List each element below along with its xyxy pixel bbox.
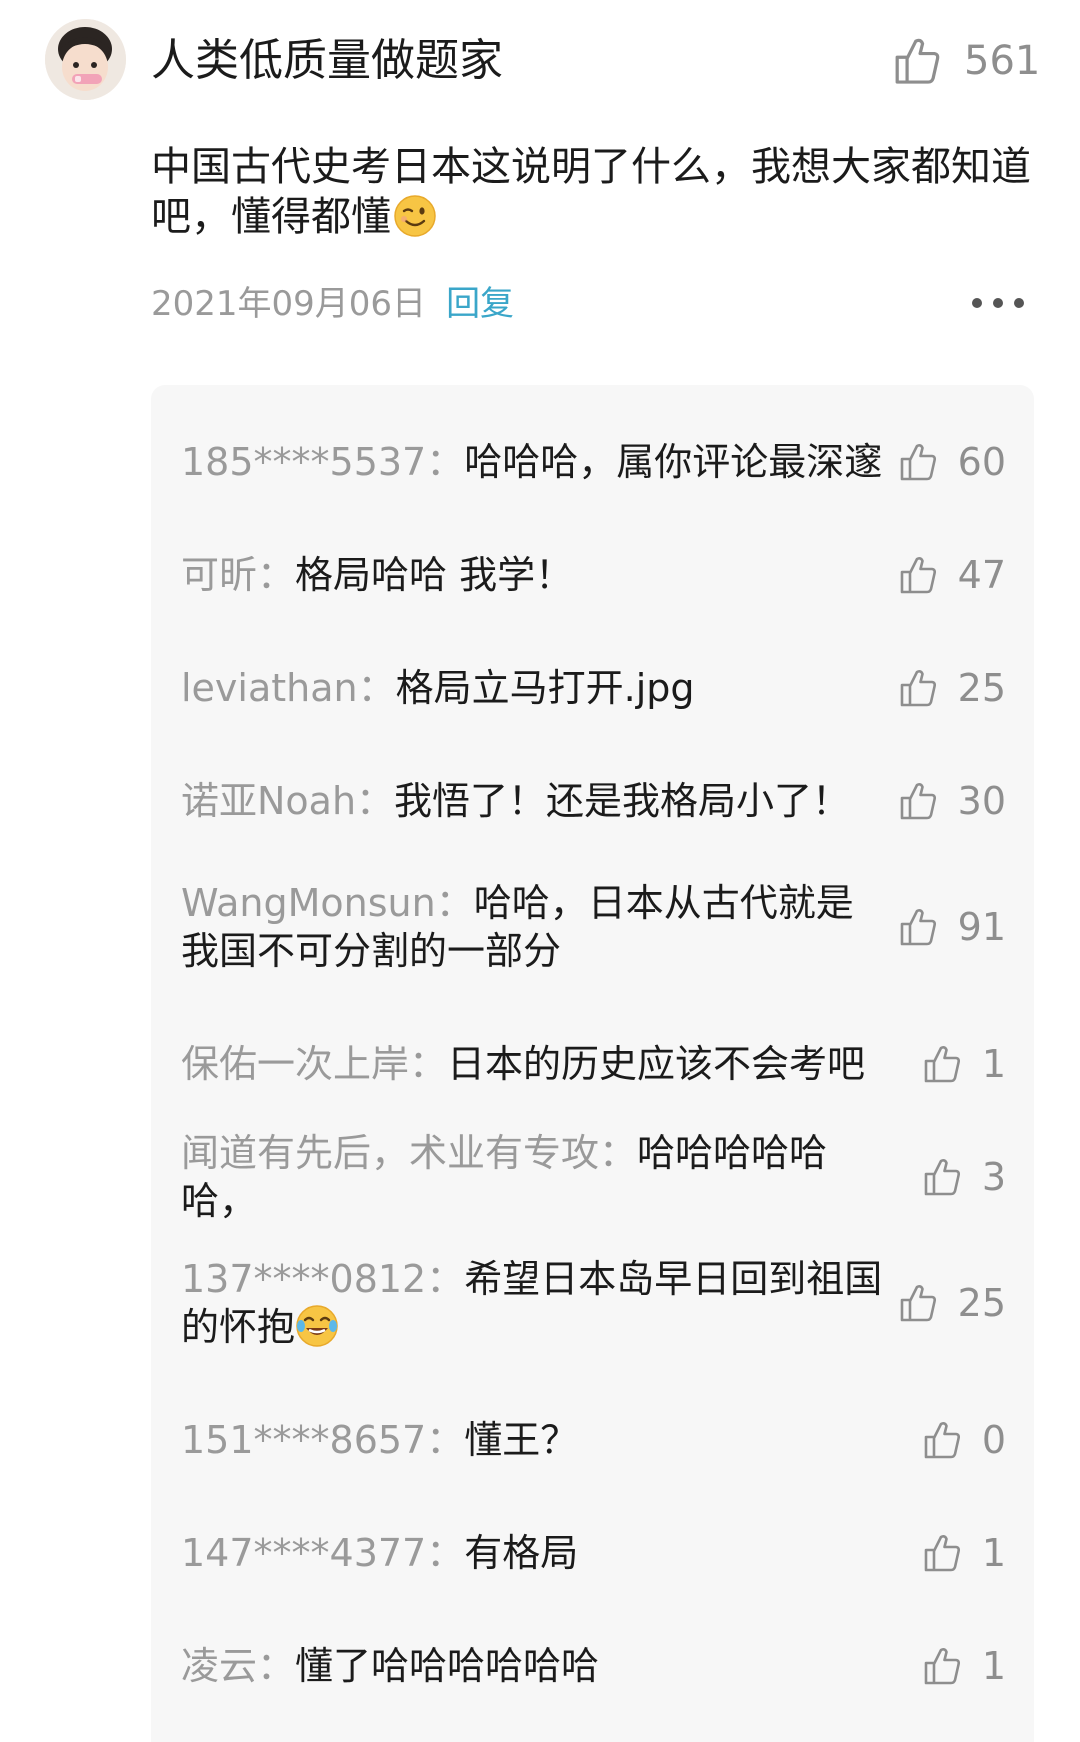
reply-like-count: 47 — [957, 553, 1006, 597]
reply-like-count: 30 — [957, 779, 1006, 823]
user-avatar[interactable] — [45, 19, 126, 100]
reply-text: 哈哈哈，属你评论最深邃 — [464, 440, 883, 484]
reply-item[interactable]: 185****5537：哈哈哈，属你评论最深邃 60 — [181, 432, 1006, 492]
reply-content: 凌云：懂了哈哈哈哈哈哈 — [181, 1642, 896, 1690]
thumbs-up-icon — [924, 1535, 960, 1572]
reply-content: 147****4377：有格局 — [181, 1529, 896, 1577]
reply-item[interactable]: leviathan：格局立马打开.jpg 25 — [181, 658, 1006, 718]
reply-text: 懂王？ — [464, 1418, 579, 1462]
reply-like-count: 1 — [981, 1644, 1006, 1688]
reply-link[interactable]: 回复 — [446, 276, 514, 325]
wink-emoji-icon — [394, 195, 436, 237]
more-dot — [972, 298, 982, 308]
comment-like-button[interactable]: 561 — [892, 30, 1040, 92]
reply-like-count: 1 — [981, 1042, 1006, 1086]
reply-author[interactable]: 凌云： — [181, 1644, 295, 1688]
reply-author[interactable]: 185****5537： — [181, 440, 464, 484]
avatar-image — [45, 19, 126, 100]
reply-item[interactable]: WangMonsun：哈哈，日本从古代就是我国不可分割的一部分 91 — [181, 877, 1006, 977]
reply-content: leviathan：格局立马打开.jpg — [181, 664, 896, 712]
reply-text: 有格局 — [464, 1531, 579, 1575]
reply-like-button[interactable]: 47 — [896, 553, 1006, 597]
reply-author[interactable]: 151****8657： — [181, 1418, 464, 1462]
reply-content: 诺亚Noah：我悟了！还是我格局小了！ — [181, 777, 896, 825]
reply-like-count: 25 — [957, 1281, 1006, 1325]
thumbs-up-icon — [924, 1422, 960, 1459]
reply-like-button[interactable]: 1 — [896, 1042, 1006, 1086]
reply-item[interactable]: 诺亚Noah：我悟了！还是我格局小了！ 30 — [181, 771, 1006, 831]
reply-author[interactable]: leviathan： — [181, 666, 396, 710]
reply-text: 日本的历史应该不会考吧 — [447, 1042, 866, 1086]
reply-like-button[interactable]: 60 — [896, 440, 1006, 484]
more-dot — [1014, 298, 1024, 308]
reply-author[interactable]: 诺亚Noah： — [181, 779, 394, 823]
reply-like-button[interactable]: 25 — [896, 666, 1006, 710]
comment-date: 2021年09月06日 — [151, 283, 427, 324]
thumbs-up-icon — [900, 783, 936, 820]
comment-text: 中国古代史考日本这说明了什么，我想大家都知道吧，懂得都懂 — [151, 144, 1031, 240]
reply-like-button[interactable]: 25 — [896, 1281, 1006, 1325]
thumbs-up-icon — [895, 38, 940, 84]
reply-like-button[interactable]: 1 — [896, 1644, 1006, 1688]
thumbs-up-icon — [900, 444, 936, 481]
reply-author[interactable]: 保佑一次上岸： — [181, 1042, 447, 1086]
reply-content: 闻道有先后，术业有专攻：哈哈哈哈哈哈， — [181, 1129, 896, 1225]
replies-panel: 185****5537：哈哈哈，属你评论最深邃 60 可昕：格局哈哈 我学！ 4… — [151, 385, 1034, 1742]
reply-like-button[interactable]: 91 — [896, 905, 1006, 949]
reply-author[interactable]: 闻道有先后，术业有专攻： — [181, 1131, 637, 1175]
thumbs-up-icon — [900, 909, 936, 946]
reply-like-button[interactable]: 0 — [896, 1418, 1006, 1462]
reply-item[interactable]: 可昕：格局哈哈 我学！ 47 — [181, 545, 1006, 605]
thumbs-up-icon — [900, 557, 936, 594]
reply-like-count: 91 — [957, 905, 1006, 949]
reply-like-button[interactable]: 1 — [896, 1531, 1006, 1575]
reply-text: 格局立马打开.jpg — [395, 666, 695, 710]
reply-like-count: 25 — [957, 666, 1006, 710]
reply-like-button[interactable]: 30 — [896, 779, 1006, 823]
comment-meta: 2021年09月06日 回复 — [151, 276, 514, 325]
reply-item[interactable]: 保佑一次上岸：日本的历史应该不会考吧 1 — [181, 1034, 1006, 1094]
more-options-button[interactable] — [972, 288, 1024, 318]
comment-like-count: 561 — [964, 38, 1041, 84]
reply-like-count: 0 — [981, 1418, 1006, 1462]
reply-item[interactable]: 137****0812：希望日本岛早日回到祖国的怀抱 25 — [181, 1253, 1006, 1353]
tears-of-joy-emoji-icon — [296, 1305, 338, 1347]
reply-like-count: 1 — [981, 1531, 1006, 1575]
reply-like-count: 3 — [981, 1155, 1006, 1199]
thumbs-up-icon — [924, 1648, 960, 1685]
reply-content: 保佑一次上岸：日本的历史应该不会考吧 — [181, 1040, 896, 1088]
reply-text: 我悟了！还是我格局小了！ — [394, 779, 851, 823]
comment-page: 人类低质量做题家 561 中国古代史考日本这说明了什么，我想大家都知道吧，懂得都… — [0, 0, 1080, 1742]
thumbs-up-icon — [900, 670, 936, 707]
reply-content: WangMonsun：哈哈，日本从古代就是我国不可分割的一部分 — [181, 879, 896, 975]
reply-text: 格局哈哈 我学！ — [295, 553, 574, 597]
reply-item[interactable]: 151****8657：懂王？ 0 — [181, 1410, 1006, 1470]
thumbs-up-icon — [924, 1046, 960, 1083]
reply-like-button[interactable]: 3 — [896, 1155, 1006, 1199]
reply-text: 懂了哈哈哈哈哈哈 — [295, 1644, 600, 1688]
reply-content: 151****8657：懂王？ — [181, 1416, 896, 1464]
reply-item[interactable]: 147****4377：有格局 1 — [181, 1523, 1006, 1583]
thumbs-up-icon — [924, 1159, 960, 1196]
reply-item[interactable]: 闻道有先后，术业有专攻：哈哈哈哈哈哈， 3 — [181, 1131, 1006, 1223]
comment-body: 中国古代史考日本这说明了什么，我想大家都知道吧，懂得都懂 — [151, 142, 1041, 242]
thumbs-up-icon — [900, 1285, 936, 1322]
reply-author[interactable]: 137****0812： — [181, 1257, 464, 1301]
reply-like-count: 60 — [957, 440, 1006, 484]
reply-content: 185****5537：哈哈哈，属你评论最深邃 — [181, 438, 896, 486]
comment-author-name[interactable]: 人类低质量做题家 — [151, 32, 503, 90]
reply-author[interactable]: 可昕： — [181, 553, 295, 597]
reply-author[interactable]: 147****4377： — [181, 1531, 464, 1575]
reply-item[interactable]: 凌云：懂了哈哈哈哈哈哈 1 — [181, 1636, 1006, 1696]
reply-content: 137****0812：希望日本岛早日回到祖国的怀抱 — [181, 1255, 896, 1351]
reply-author[interactable]: WangMonsun： — [181, 881, 474, 925]
reply-content: 可昕：格局哈哈 我学！ — [181, 551, 896, 599]
more-dot — [993, 298, 1003, 308]
